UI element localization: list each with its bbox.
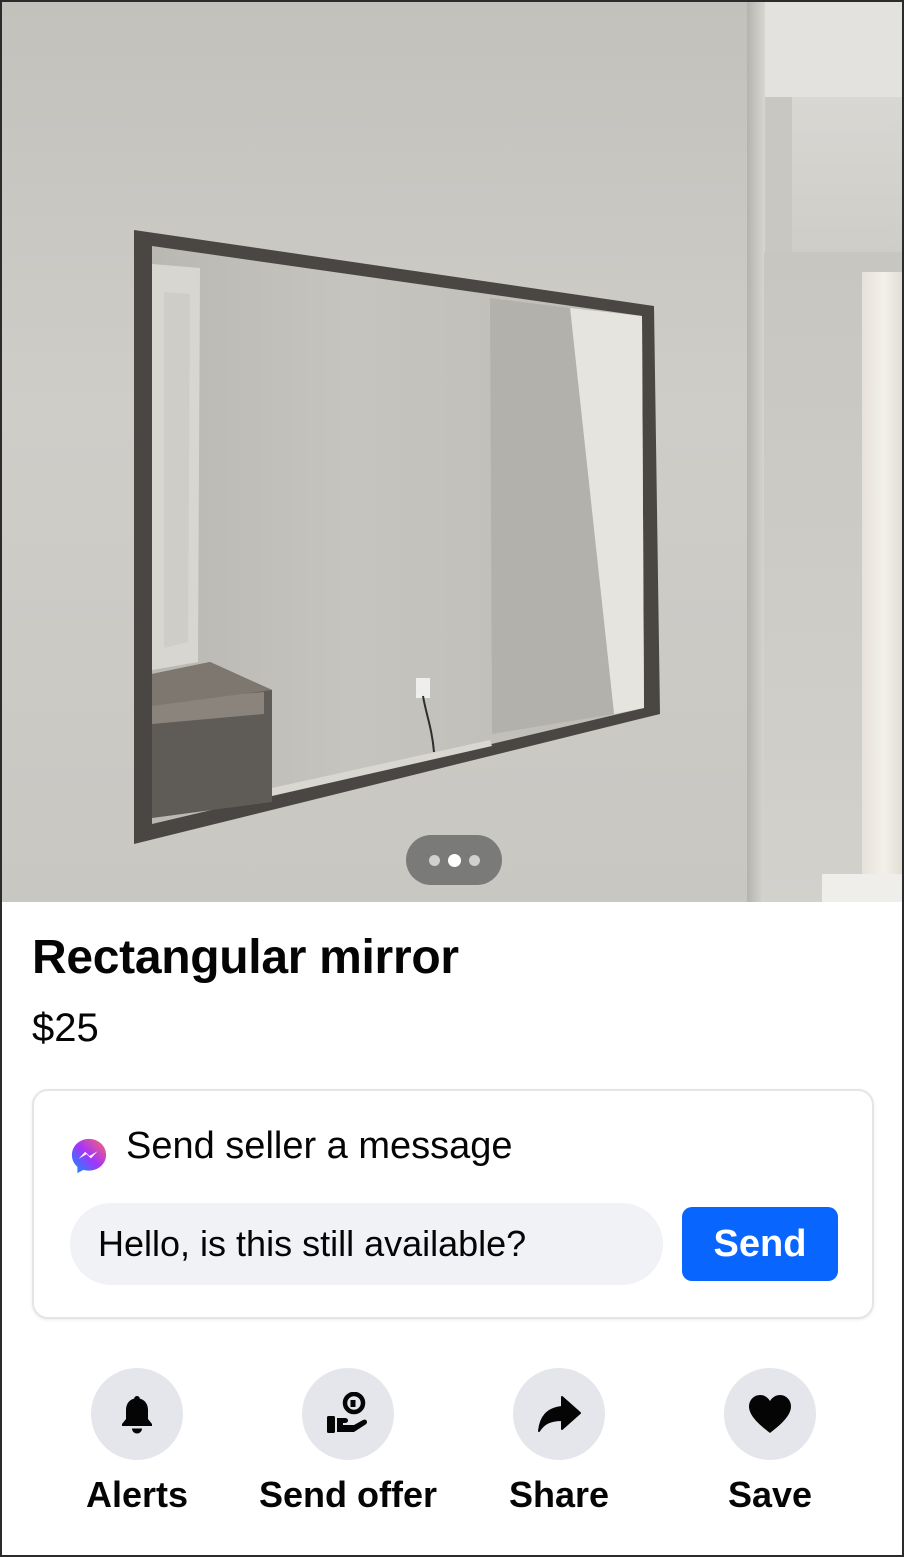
carousel-dot[interactable] [468,854,480,866]
share-label: Share [508,1474,610,1515]
send-button[interactable]: Send [682,1207,838,1281]
send-offer-icon-circle[interactable] [302,1368,394,1460]
alerts-label: Alerts [85,1474,189,1515]
photo-carousel-indicator[interactable] [406,835,502,885]
share-icon [538,1396,581,1432]
save-button[interactable]: Save [670,1368,870,1518]
carousel-dot-active[interactable] [447,853,461,867]
heart-icon [749,1395,791,1433]
mirror-image [134,230,660,844]
listing-title: Rectangular mirror [32,931,459,984]
mirror-reflected-window-pane [164,292,190,648]
save-label: Save [727,1474,813,1515]
listing-photo[interactable] [2,2,902,902]
message-input[interactable] [70,1203,663,1285]
share-button[interactable]: Share [459,1368,659,1518]
alerts-icon-circle[interactable] [91,1368,183,1460]
save-icon-circle[interactable] [724,1368,816,1460]
listing-screen: Rectangular mirror $25 Send seller a mes… [0,0,904,1557]
offer-icon [327,1392,367,1433]
mirror-reflected-outlet [416,678,430,698]
send-offer-label: Send offer [258,1474,437,1515]
message-seller-card: Send seller a message Send [32,1089,874,1319]
messenger-icon [71,1138,107,1174]
bell-icon [122,1396,152,1434]
carousel-dot[interactable] [428,854,440,866]
alerts-button[interactable]: Alerts [37,1368,237,1518]
share-icon-circle[interactable] [513,1368,605,1460]
message-card-title: Send seller a message [126,1125,513,1167]
listing-price: $25 [32,1006,99,1050]
send-offer-button[interactable]: Send offer [248,1368,448,1518]
